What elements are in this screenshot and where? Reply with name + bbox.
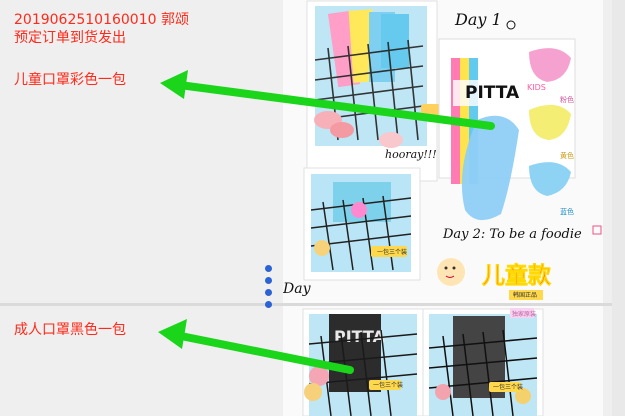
adult-arrow-head [158,319,187,349]
kids-arrow-head [160,70,188,99]
kids-arrow-line [168,80,495,130]
screenshot-canvas: 2019062510160010 郭颂 预定订单到货发出 儿童口罩彩色一包 成人… [0,0,625,416]
arrow-overlay [158,70,495,374]
adult-arrow-line [167,330,354,374]
